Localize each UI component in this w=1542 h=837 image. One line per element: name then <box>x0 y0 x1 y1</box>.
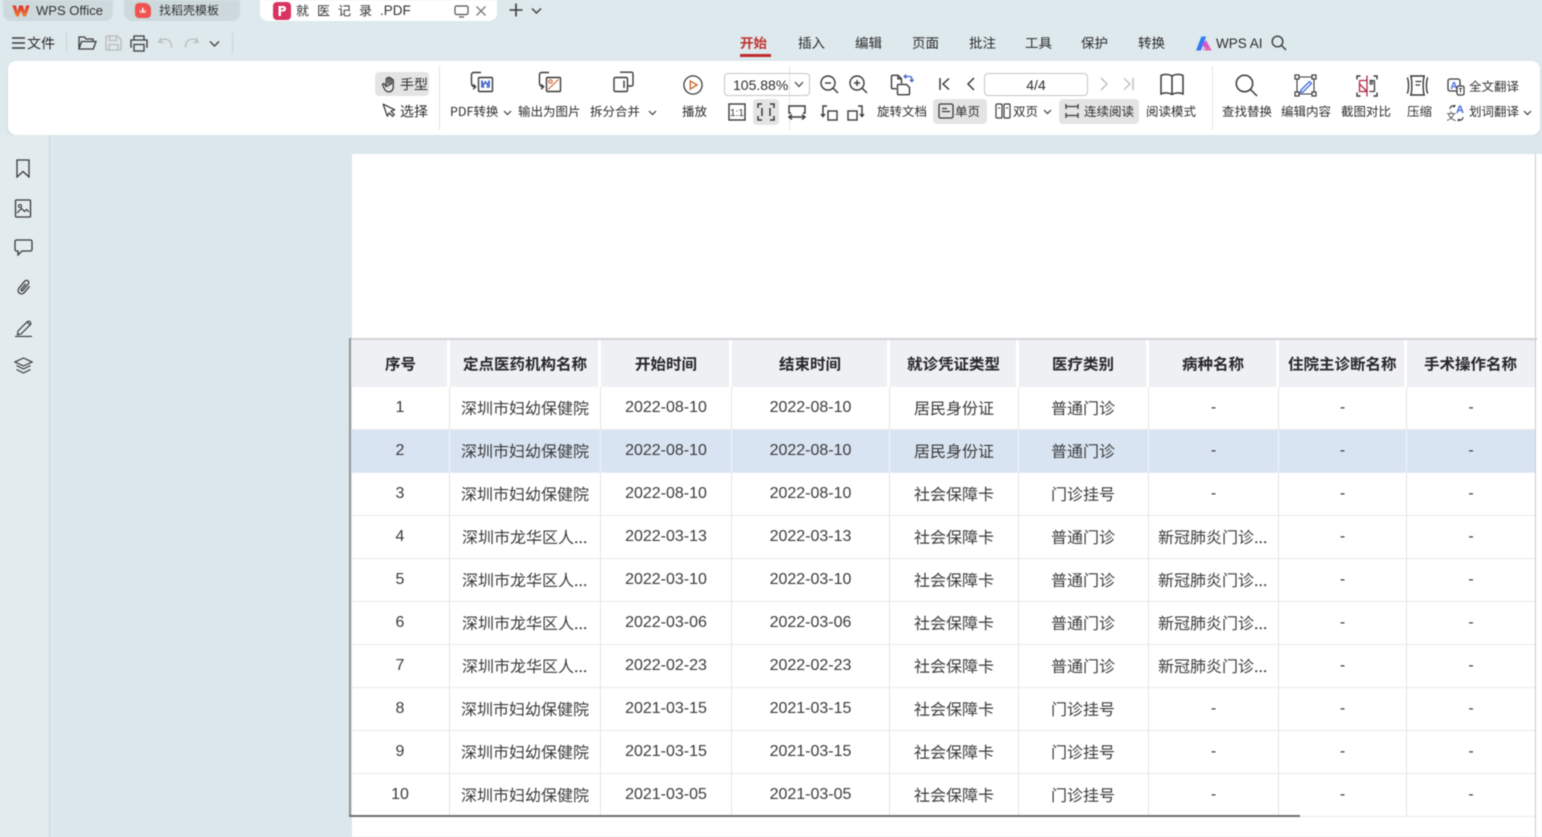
svg-text:1:1: 1:1 <box>730 108 744 119</box>
svg-text:A: A <box>1456 104 1464 116</box>
